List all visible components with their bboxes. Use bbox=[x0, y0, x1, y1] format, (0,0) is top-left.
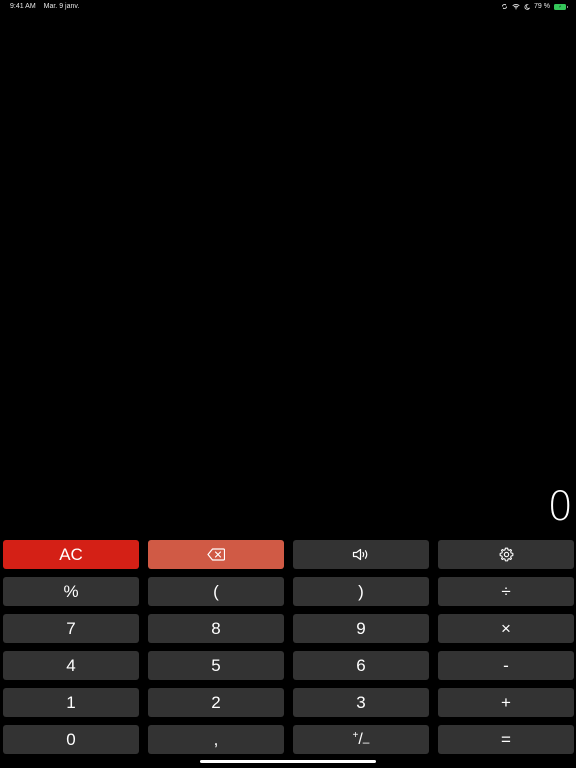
equals-button[interactable]: = bbox=[438, 725, 574, 754]
status-bar: 9:41 AM Mar. 9 janv. 79 % ⚡ bbox=[0, 0, 576, 14]
status-right: 79 % ⚡ bbox=[501, 3, 568, 10]
six-button[interactable]: 6 bbox=[293, 651, 429, 680]
status-date: Mar. 9 janv. bbox=[43, 3, 80, 10]
status-left: 9:41 AM Mar. 9 janv. bbox=[10, 3, 85, 10]
minus-button[interactable]: - bbox=[438, 651, 574, 680]
seven-button[interactable]: 7 bbox=[3, 614, 139, 643]
divide-button[interactable]: ÷ bbox=[438, 577, 574, 606]
plus-button[interactable]: + bbox=[438, 688, 574, 717]
clear-button[interactable]: AC bbox=[3, 540, 139, 569]
plus-minus-bottom: – bbox=[362, 735, 370, 749]
percent-button[interactable]: % bbox=[3, 577, 139, 606]
home-indicator[interactable] bbox=[200, 760, 376, 763]
one-button[interactable]: 1 bbox=[3, 688, 139, 717]
sound-toggle-button[interactable] bbox=[293, 540, 429, 569]
eight-button[interactable]: 8 bbox=[148, 614, 284, 643]
plus-minus-button[interactable]: +/– bbox=[293, 725, 429, 754]
close-paren-button[interactable]: ) bbox=[293, 577, 429, 606]
battery-percent: 79 % bbox=[534, 3, 550, 10]
backspace-icon bbox=[207, 548, 225, 561]
settings-button[interactable] bbox=[438, 540, 574, 569]
status-time: 9:41 AM bbox=[10, 3, 36, 10]
plus-minus-label: +/– bbox=[353, 730, 370, 749]
gear-icon bbox=[499, 547, 513, 562]
five-button[interactable]: 5 bbox=[148, 651, 284, 680]
open-paren-button[interactable]: ( bbox=[148, 577, 284, 606]
four-button[interactable]: 4 bbox=[3, 651, 139, 680]
result-display: 0 bbox=[547, 484, 573, 530]
multiply-button[interactable]: × bbox=[438, 614, 574, 643]
battery-charging-icon: ⚡ bbox=[554, 3, 568, 10]
rotation-lock-icon bbox=[502, 4, 508, 9]
zero-button[interactable]: 0 bbox=[3, 725, 139, 754]
wifi-icon bbox=[512, 4, 520, 10]
moon-icon bbox=[524, 3, 531, 10]
three-button[interactable]: 3 bbox=[293, 688, 429, 717]
backspace-button[interactable] bbox=[148, 540, 284, 569]
decimal-button[interactable]: , bbox=[148, 725, 284, 754]
speaker-icon bbox=[352, 548, 367, 561]
nine-button[interactable]: 9 bbox=[293, 614, 429, 643]
two-button[interactable]: 2 bbox=[148, 688, 284, 717]
